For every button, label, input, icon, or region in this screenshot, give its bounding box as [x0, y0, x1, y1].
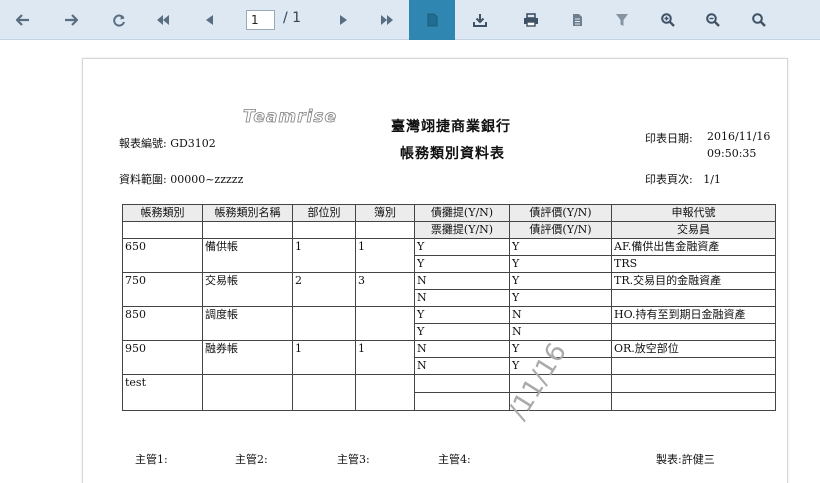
- print-date-label: 印表日期:: [645, 132, 693, 145]
- table-row: 850 調度帳 Y N HO.持有至到期日金融資產: [122, 306, 776, 341]
- table-row: 950 融券帳 1 1 N Y OR.放空部位: [122, 340, 776, 375]
- cell-value: Y: [414, 306, 510, 324]
- download-icon[interactable]: [463, 0, 497, 40]
- table-row: 650 備供帳 1 1 Y Y AF.備供出售金融資產: [122, 238, 776, 273]
- cell-value: N: [414, 340, 510, 358]
- column-subheader: 交易員: [611, 221, 776, 239]
- column-header: 債評價(Y/N): [509, 204, 612, 222]
- cell-position: [292, 374, 356, 411]
- cell-code: 650: [122, 238, 203, 273]
- signature-supervisor-2: 主管2:: [235, 453, 268, 466]
- column-subheader: 票攤提(Y/N): [414, 221, 510, 239]
- column-header: 債攤提(Y/N): [414, 204, 510, 222]
- print-page-label: 印表頁次: 1/1: [645, 173, 721, 186]
- filter-icon[interactable]: [605, 0, 639, 40]
- cell-value: Y: [414, 255, 510, 273]
- cell-value: AF.備供出售金融資產: [611, 238, 776, 256]
- table-row: 750 交易帳 2 3 N Y TR.交易目的金融資產: [122, 272, 776, 307]
- report-code: 報表編號: GD3102: [119, 137, 216, 150]
- cell-value: [414, 392, 510, 411]
- company-logo: Teamrise: [243, 107, 337, 128]
- column-subheader: 債評價(Y/N): [509, 221, 612, 239]
- cell-value: N: [509, 323, 612, 341]
- cell-value: [611, 392, 776, 411]
- cell-value: TRS: [611, 255, 776, 273]
- zoom-out-icon[interactable]: [696, 0, 730, 40]
- cell-value: N: [509, 306, 612, 324]
- cell-name: 交易帳: [202, 272, 293, 307]
- cell-name: [202, 374, 293, 411]
- zoom-reset-icon[interactable]: [742, 0, 776, 40]
- next-page-icon[interactable]: [326, 0, 360, 40]
- cell-position: 1: [292, 340, 356, 375]
- column-header: 申報代號: [611, 204, 776, 222]
- cell-value: N: [414, 357, 510, 375]
- forward-arrow-icon[interactable]: [54, 0, 88, 40]
- first-page-icon[interactable]: [146, 0, 180, 40]
- table-subheader-row: 票攤提(Y/N) 債評價(Y/N) 交易員: [122, 221, 776, 239]
- cell-value: [414, 374, 510, 393]
- cell-name: 融券帳: [202, 340, 293, 375]
- cell-book: [355, 374, 415, 411]
- column-header: 簿別: [355, 204, 415, 222]
- refresh-icon[interactable]: [102, 0, 136, 40]
- column-header: 部位別: [292, 204, 356, 222]
- document-icon[interactable]: [409, 0, 455, 40]
- cell-value: Y: [509, 272, 612, 290]
- print-icon[interactable]: [514, 0, 548, 40]
- table-header-row: 帳務類別 帳務類別名稱 部位別 簿別 債攤提(Y/N) 債評價(Y/N) 申報代…: [122, 204, 776, 222]
- zoom-in-icon[interactable]: [651, 0, 685, 40]
- data-range: 資料範圍: 00000~zzzzz: [119, 173, 244, 186]
- report-toolbar: / 1: [0, 0, 820, 40]
- cell-value: HO.持有至到期日金融資產: [611, 306, 776, 324]
- cell-value: Y: [509, 255, 612, 273]
- cell-code: 850: [122, 306, 203, 341]
- cell-book: 3: [355, 272, 415, 307]
- prev-page-icon[interactable]: [192, 0, 226, 40]
- cell-value: Y: [509, 289, 612, 307]
- last-page-icon[interactable]: [370, 0, 404, 40]
- file-icon[interactable]: [560, 0, 594, 40]
- signature-supervisor-3: 主管3:: [337, 453, 370, 466]
- column-header: 帳務類別名稱: [202, 204, 293, 222]
- cell-code: test: [122, 374, 203, 411]
- cell-value: N: [414, 272, 510, 290]
- cell-code: 950: [122, 340, 203, 375]
- signature-preparer: 製表:許健三: [656, 453, 715, 466]
- cell-value: TR.交易目的金融資產: [611, 272, 776, 290]
- report-page: Teamrise 臺灣翊捷商業銀行 帳務類別資料表 報表編號: GD3102 印…: [82, 58, 788, 483]
- cell-position: 1: [292, 238, 356, 273]
- cell-name: 備供帳: [202, 238, 293, 273]
- page-number-input[interactable]: [246, 10, 275, 30]
- cell-book: 1: [355, 340, 415, 375]
- bank-name: 臺灣翊捷商業銀行: [391, 119, 511, 135]
- column-header: 帳務類別: [122, 204, 203, 222]
- cell-value: [611, 357, 776, 375]
- cell-value: Y: [414, 323, 510, 341]
- signature-supervisor-4: 主管4:: [438, 453, 471, 466]
- cell-value: [611, 374, 776, 393]
- signature-supervisor-1: 主管1:: [135, 453, 168, 466]
- table-row: test: [122, 374, 776, 411]
- cell-book: [355, 306, 415, 341]
- page-total: / 1: [283, 10, 302, 26]
- report-title: 帳務類別資料表: [400, 146, 505, 162]
- cell-value: OR.放空部位: [611, 340, 776, 358]
- cell-value: [611, 289, 776, 307]
- cell-code: 750: [122, 272, 203, 307]
- cell-position: [292, 306, 356, 341]
- cell-value: Y: [414, 238, 510, 256]
- cell-name: 調度帳: [202, 306, 293, 341]
- cell-value: Y: [509, 238, 612, 256]
- cell-book: 1: [355, 238, 415, 273]
- account-category-table: 帳務類別 帳務類別名稱 部位別 簿別 債攤提(Y/N) 債評價(Y/N) 申報代…: [122, 204, 776, 411]
- print-date-value: 2016/11/16 09:50:35: [707, 130, 771, 160]
- cell-value: [611, 323, 776, 341]
- back-arrow-icon[interactable]: [6, 0, 40, 40]
- report-viewer[interactable]: Teamrise 臺灣翊捷商業銀行 帳務類別資料表 報表編號: GD3102 印…: [0, 41, 820, 483]
- cell-position: 2: [292, 272, 356, 307]
- cell-value: N: [414, 289, 510, 307]
